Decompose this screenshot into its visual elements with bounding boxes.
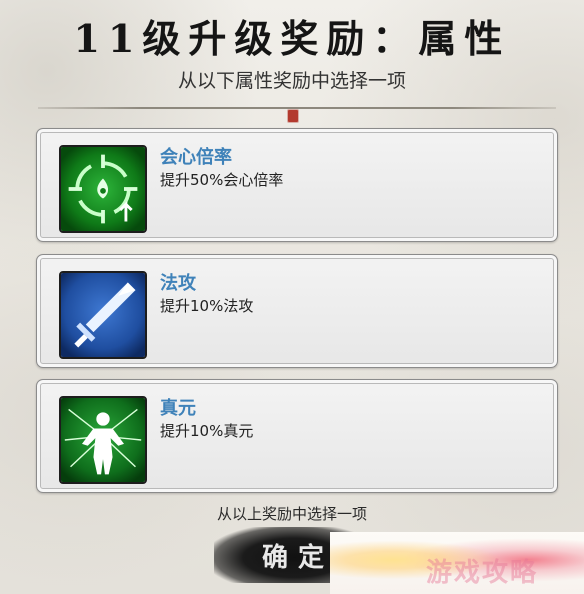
page-subtitle: 从以下属性奖励中选择一项 [177, 70, 406, 92]
option-name: 会心倍率 [160, 147, 232, 168]
reward-option-magic-attack[interactable]: 法攻 提升10%法攻 [36, 254, 558, 368]
bottom-hint: 从以上奖励中选择一项 [216, 505, 367, 523]
option-name: 真元 [160, 398, 196, 419]
watermark-text: 游戏攻略 [426, 558, 539, 588]
title-divider [38, 107, 556, 109]
option-description: 提升10%真元 [160, 422, 254, 440]
option-description: 提升10%法攻 [160, 297, 254, 315]
page-title: 11级升级奖励：属性 [73, 16, 511, 61]
option-description: 提升50%会心倍率 [160, 171, 284, 189]
confirm-label: 确定 [262, 543, 335, 573]
watermark-overlay: 游戏攻略 [330, 532, 584, 594]
figure-energy-icon [59, 396, 147, 484]
sword-icon [59, 271, 147, 359]
red-seal-icon [288, 110, 298, 122]
reward-option-true-essence[interactable]: 真元 提升10%真元 [36, 379, 558, 493]
option-name: 法攻 [160, 273, 196, 294]
crit-multiplier-icon [59, 145, 147, 233]
reward-option-crit-multiplier[interactable]: 会心倍率 提升50%会心倍率 [36, 128, 558, 242]
